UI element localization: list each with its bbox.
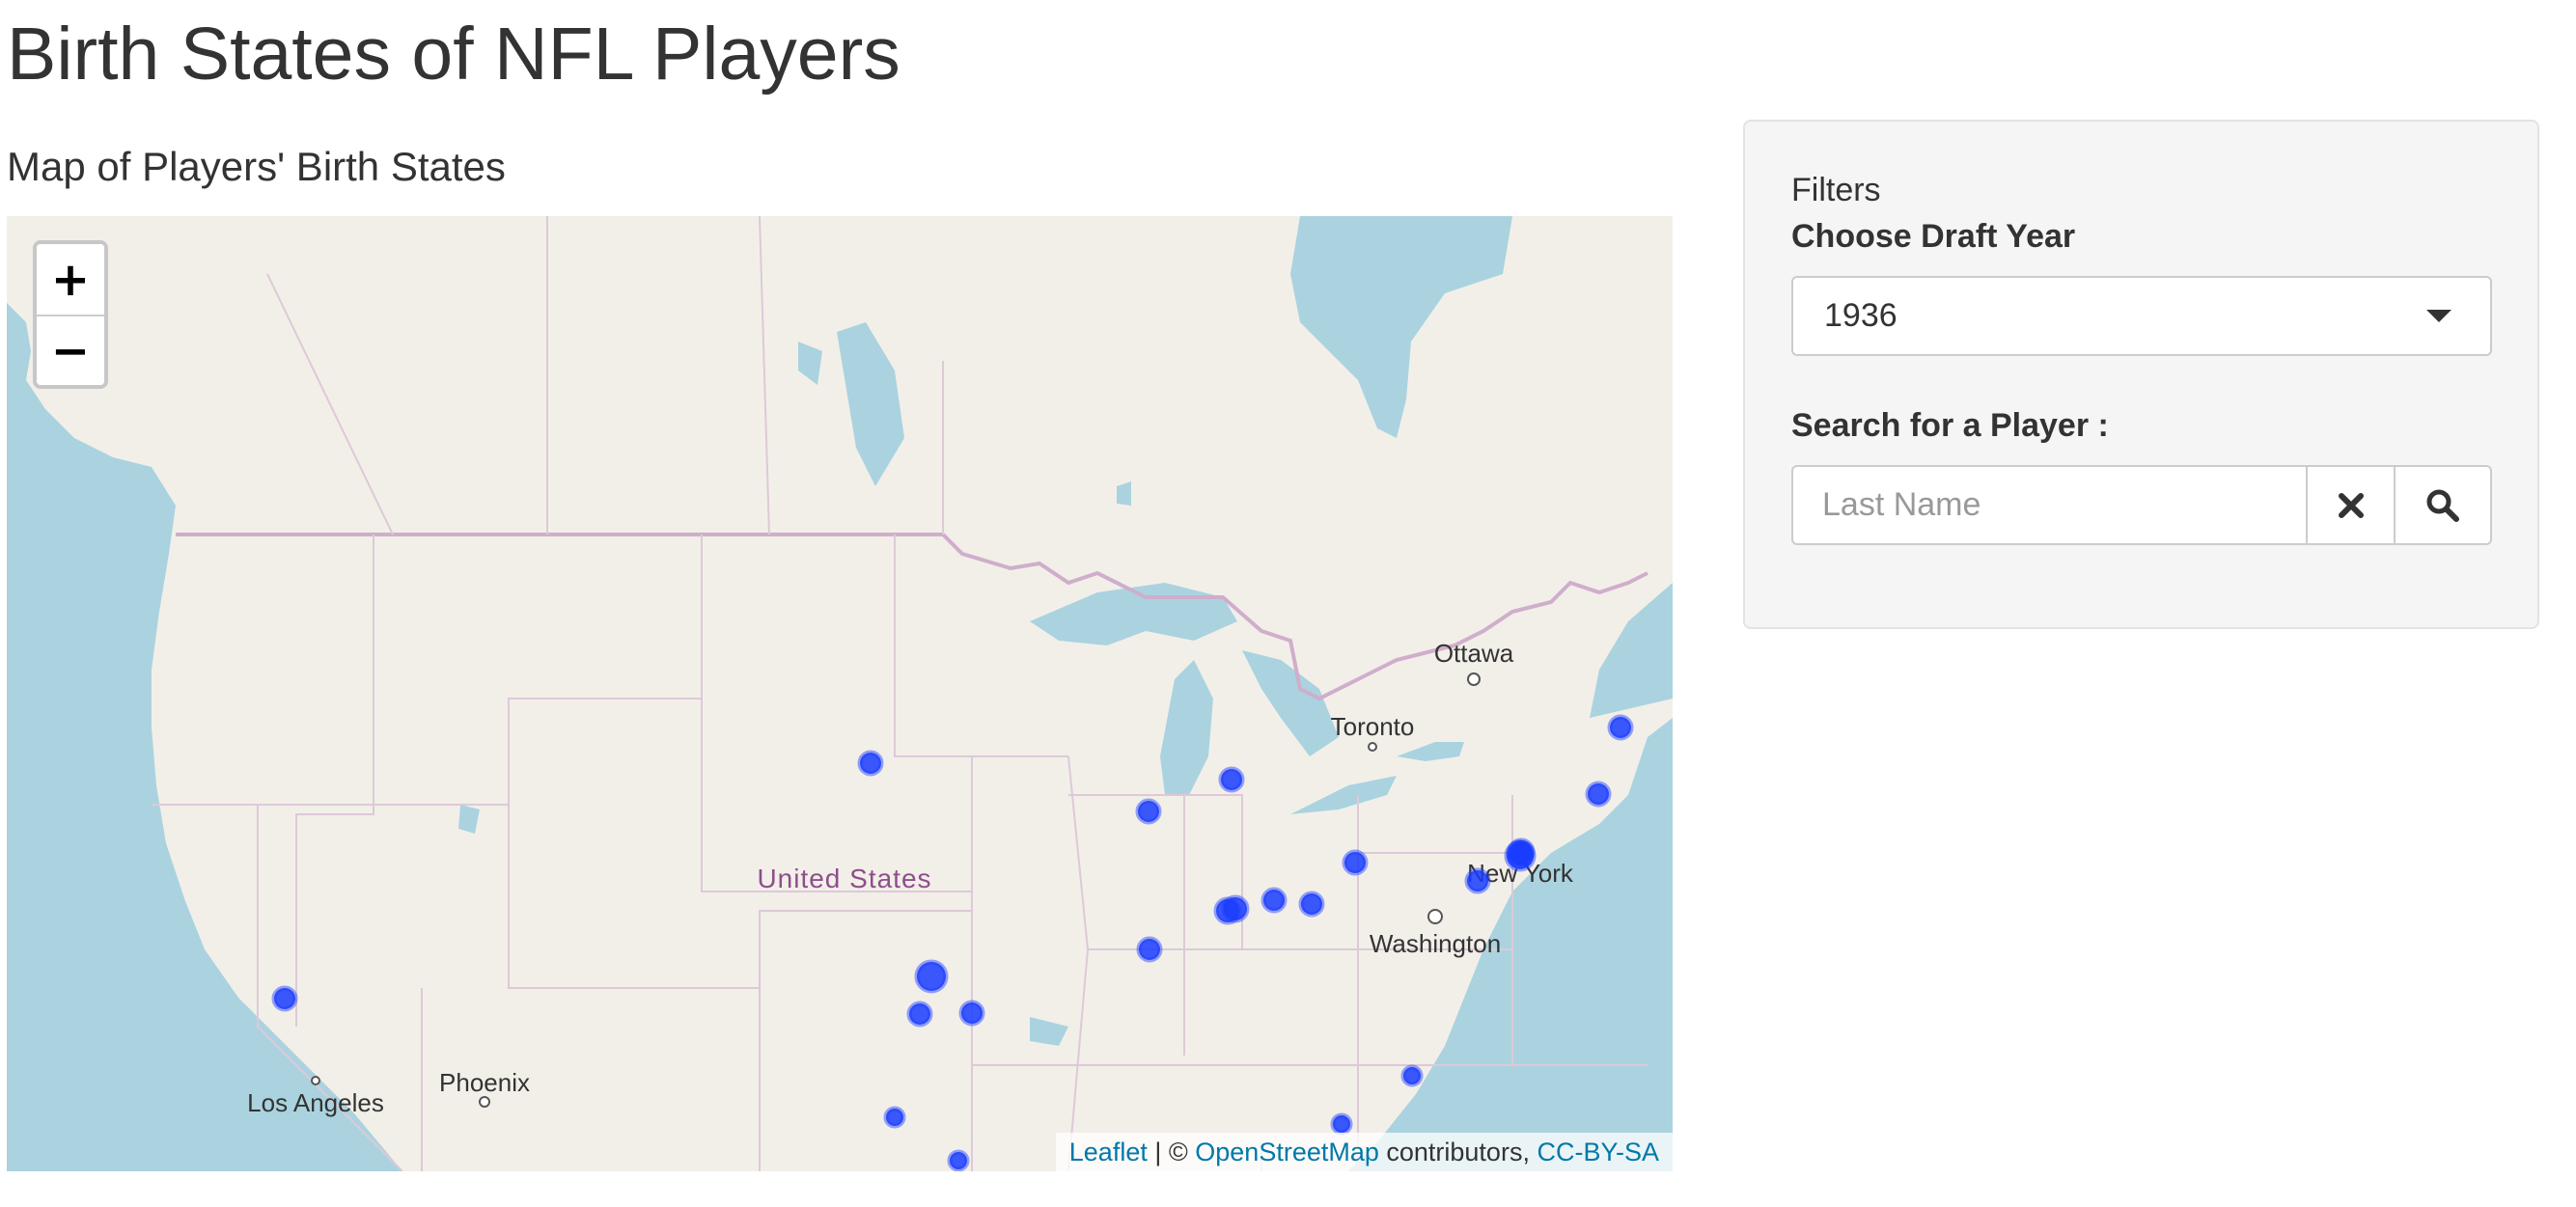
filters-heading: Filters	[1791, 172, 1881, 208]
search-icon	[2426, 489, 2459, 522]
draft-year-select[interactable]: 1936	[1791, 276, 2492, 356]
player-marker[interactable]	[1135, 798, 1162, 825]
map-label-united-states: United States	[757, 864, 931, 893]
zoom-control: + −	[33, 240, 108, 389]
attribution-contributors: contributors,	[1378, 1138, 1537, 1166]
openstreetmap-link[interactable]: OpenStreetMap	[1195, 1138, 1379, 1166]
zoom-out-button[interactable]: −	[37, 315, 104, 385]
filters-panel: Filters Choose Draft Year 1936 Search fo…	[1743, 120, 2539, 629]
page-title: Birth States of NFL Players	[7, 13, 900, 96]
attribution-separator: | ©	[1147, 1138, 1196, 1166]
player-marker[interactable]	[947, 1149, 970, 1171]
player-marker[interactable]	[914, 959, 949, 994]
player-marker[interactable]	[857, 750, 884, 777]
player-marker[interactable]	[958, 1000, 985, 1027]
draft-year-label: Choose Draft Year	[1791, 218, 2076, 255]
map-label-phoenix: Phoenix	[439, 1068, 530, 1097]
player-marker[interactable]	[1342, 849, 1369, 876]
player-search-group	[1791, 465, 2492, 545]
player-marker[interactable]	[1507, 837, 1536, 866]
player-marker[interactable]	[1400, 1064, 1424, 1087]
player-marker[interactable]	[1464, 867, 1491, 894]
map-tiles: United States Ottawa Toronto New York Wa…	[7, 216, 1673, 1171]
clear-search-button[interactable]	[2308, 465, 2396, 545]
player-marker[interactable]	[1136, 936, 1163, 963]
map-heading: Map of Players' Birth States	[7, 144, 506, 189]
caret-down-icon	[2426, 310, 2451, 322]
map-attribution: Leaflet | © OpenStreetMap contributors, …	[1055, 1133, 1673, 1171]
player-marker[interactable]	[1585, 781, 1612, 808]
map[interactable]: United States Ottawa Toronto New York Wa…	[7, 216, 1673, 1171]
x-icon	[2338, 492, 2364, 518]
license-link[interactable]: CC-BY-SA	[1537, 1138, 1659, 1166]
draft-year-value: 1936	[1824, 297, 1897, 334]
zoom-in-button[interactable]: +	[37, 244, 104, 315]
map-label-washington: Washington	[1370, 929, 1501, 958]
map-label-los-angeles: Los Angeles	[247, 1088, 384, 1117]
player-marker[interactable]	[271, 985, 298, 1012]
player-marker[interactable]	[1607, 714, 1634, 741]
player-search-label: Search for a Player :	[1791, 407, 2109, 444]
player-search-input[interactable]	[1791, 465, 2308, 545]
player-marker[interactable]	[1260, 887, 1288, 914]
leaflet-link[interactable]: Leaflet	[1069, 1138, 1148, 1166]
search-button[interactable]	[2396, 465, 2492, 545]
player-marker[interactable]	[1330, 1112, 1353, 1136]
player-marker[interactable]	[1221, 894, 1250, 923]
player-marker[interactable]	[1218, 766, 1245, 793]
map-label-ottawa: Ottawa	[1434, 639, 1514, 668]
player-marker[interactable]	[906, 1001, 933, 1028]
map-label-toronto: Toronto	[1331, 712, 1415, 741]
player-marker[interactable]	[1298, 891, 1325, 918]
player-marker[interactable]	[883, 1106, 906, 1129]
